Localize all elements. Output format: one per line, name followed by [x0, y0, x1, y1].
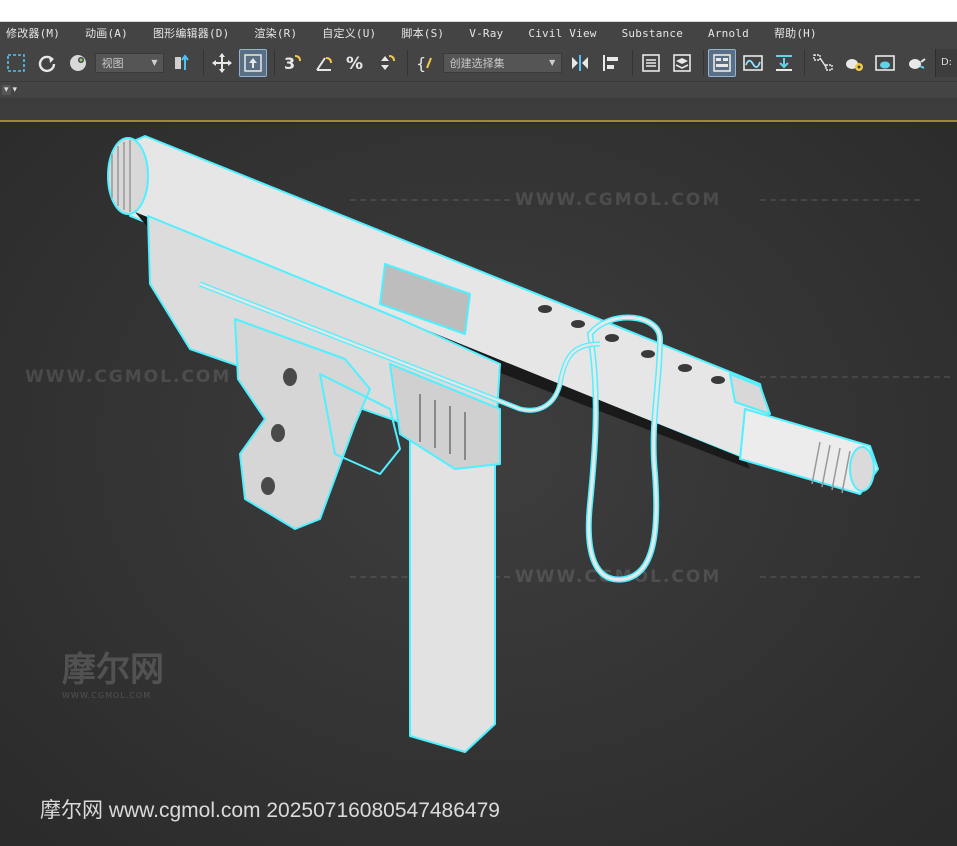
- render-production-button[interactable]: [902, 49, 930, 77]
- ribbon-toggle-button[interactable]: [707, 48, 736, 77]
- snap-sphere-button[interactable]: [64, 49, 92, 77]
- scene-explorer-button[interactable]: [637, 49, 665, 77]
- view-dropdown[interactable]: 视图 ▼: [94, 52, 165, 73]
- mirror-icon: [572, 54, 589, 71]
- menu-vray[interactable]: V-Ray: [469, 27, 503, 40]
- project-drive-label[interactable]: D:: [935, 48, 957, 77]
- menu-graph-editors[interactable]: 图形编辑器(D): [153, 25, 229, 41]
- select-arrow-icon: [244, 53, 262, 72]
- layers-icon: [673, 53, 691, 72]
- render-frame-icon: [875, 54, 895, 71]
- selection-set-dropdown[interactable]: 创建选择集 ▼: [442, 52, 563, 73]
- toolbar-separator: [702, 49, 704, 76]
- toolbar-separator: [406, 49, 408, 76]
- braces-icon: {: [416, 54, 432, 73]
- move-icon: [212, 52, 233, 73]
- material-editor-button[interactable]: [840, 49, 868, 77]
- toolbar-separator: [632, 49, 633, 76]
- toolbar-separator: [274, 49, 276, 76]
- svg-text:{: {: [416, 54, 426, 73]
- perspective-viewport[interactable]: WWW.CGMOL.COM WWW.CGMOL.COM WWW.CGMOL.CO…: [0, 124, 957, 846]
- chevron-down-icon[interactable]: ▾: [2, 85, 11, 95]
- select-region-icon: [7, 53, 25, 72]
- view-dropdown-value: 视图: [101, 56, 124, 70]
- smg-model[interactable]: [0, 124, 957, 846]
- menu-help[interactable]: 帮助(H): [774, 25, 817, 41]
- select-region-button[interactable]: [2, 49, 30, 77]
- svg-text:3: 3: [284, 54, 295, 73]
- sphere-icon: [69, 54, 86, 71]
- snap-3d-icon: 3: [284, 54, 302, 73]
- window-top-strip: [0, 0, 957, 22]
- menu-animation[interactable]: 动画(A): [85, 25, 128, 41]
- edit-named-sets-button[interactable]: {: [412, 49, 440, 77]
- align-icon: [603, 54, 619, 71]
- schematic-view-button[interactable]: [809, 49, 837, 77]
- main-toolbar: 视图 ▼ 3 % { 创建选择集 ▼ D:: [0, 44, 957, 82]
- teapot-gear-icon: [846, 58, 864, 71]
- dropdown-arrow-icon[interactable]: ▾: [11, 85, 20, 95]
- import-down-icon: [775, 54, 792, 71]
- rear-cap: [107, 137, 149, 215]
- muzzle: [849, 446, 875, 492]
- sub-toolbar: ▾ ▾: [0, 82, 957, 98]
- layer-explorer-button[interactable]: [668, 49, 696, 77]
- footer-watermark-text: 摩尔网 www.cgmol.com 20250716080547486479: [40, 799, 500, 822]
- snap-3d-button[interactable]: 3: [279, 49, 307, 77]
- ribbon-icon: [712, 53, 731, 72]
- chevron-down-icon: ▼: [549, 58, 556, 67]
- menu-civil-view[interactable]: Civil View: [528, 27, 596, 40]
- menu-scripting[interactable]: 脚本(S): [401, 25, 444, 41]
- teapot-icon: [909, 57, 926, 69]
- redo-icon: [38, 55, 56, 72]
- align-button[interactable]: [597, 49, 625, 77]
- toolbar-separator: [804, 49, 806, 76]
- curve-editor-button[interactable]: [739, 49, 767, 77]
- svg-text:%: %: [346, 54, 363, 74]
- spinner-snap-button[interactable]: [372, 49, 400, 77]
- select-object-button[interactable]: [239, 48, 268, 77]
- mirror-button[interactable]: [566, 49, 594, 77]
- menu-rendering[interactable]: 渲染(R): [254, 25, 297, 41]
- chevron-down-icon: ▼: [151, 58, 158, 67]
- selection-set-value: 创建选择集: [449, 56, 505, 70]
- angle-snap-button[interactable]: [310, 49, 338, 77]
- spinner-snap-icon: [380, 54, 395, 70]
- viewport-active-border: [0, 120, 957, 122]
- redo-button[interactable]: [33, 49, 61, 77]
- select-move-pivot-button[interactable]: [168, 49, 196, 77]
- ribbon-area: [0, 98, 957, 122]
- render-setup-button[interactable]: [871, 49, 899, 77]
- toolbar-separator: [203, 49, 205, 76]
- menu-modifiers[interactable]: 修改器(M): [6, 25, 60, 41]
- menu-bar: 修改器(M) 动画(A) 图形编辑器(D) 渲染(R) 自定义(U) 脚本(S)…: [0, 22, 957, 44]
- percent-snap-icon: %: [346, 54, 363, 74]
- dope-sheet-button[interactable]: [770, 49, 798, 77]
- menu-substance[interactable]: Substance: [622, 27, 683, 40]
- curve-editor-icon: [742, 54, 763, 71]
- menu-arnold[interactable]: Arnold: [708, 27, 749, 40]
- schematic-icon: [813, 53, 834, 71]
- pivot-icon: [175, 53, 190, 70]
- percent-snap-button[interactable]: %: [341, 49, 369, 77]
- angle-snap-icon: [316, 56, 332, 71]
- move-button[interactable]: [208, 49, 236, 77]
- list-icon: [642, 53, 660, 72]
- menu-customize[interactable]: 自定义(U): [322, 25, 376, 41]
